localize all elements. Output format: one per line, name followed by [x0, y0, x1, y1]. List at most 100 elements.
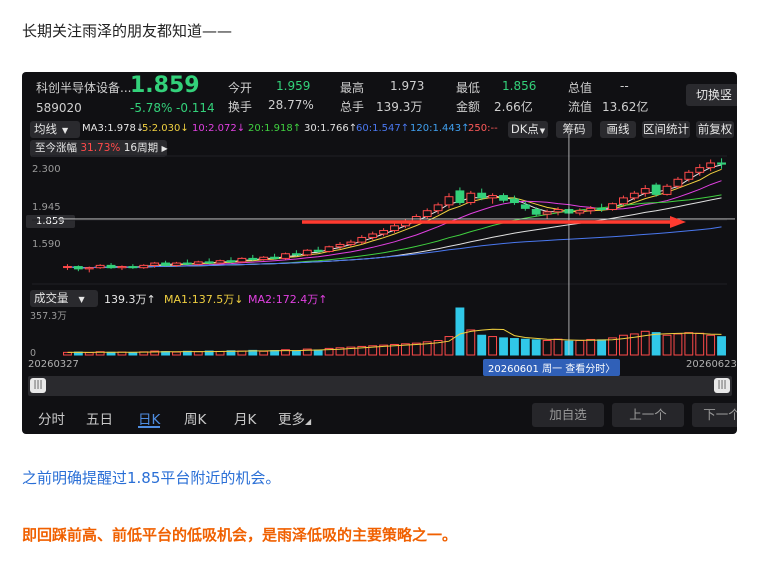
- volume-bar: [553, 338, 563, 356]
- candle-body: [477, 192, 487, 199]
- candle-body: [302, 249, 312, 256]
- candle-body: [95, 264, 105, 269]
- candle-body: [706, 162, 716, 169]
- candle-body: [248, 257, 258, 261]
- tab-underline: [138, 426, 160, 428]
- volume-bar: [128, 351, 138, 356]
- volume-bar: [542, 340, 552, 356]
- candle-body: [73, 266, 83, 270]
- candle-body: [128, 266, 138, 269]
- candle-body: [531, 209, 541, 215]
- candle-body: [542, 211, 552, 215]
- candle-body: [499, 195, 508, 201]
- start-date: 20260327: [28, 359, 79, 370]
- ma5-line: [67, 168, 722, 269]
- candle-body: [84, 267, 94, 270]
- volume-bar: [706, 334, 716, 356]
- candle-body: [237, 257, 247, 263]
- volume-bar: [172, 351, 181, 356]
- volume-bar: [531, 339, 541, 356]
- candle-body: [324, 246, 334, 252]
- candle-body: [259, 256, 269, 261]
- tab-minute[interactable]: 分时: [38, 408, 65, 428]
- volume-bar: [684, 332, 694, 356]
- volume-bar: [597, 339, 607, 356]
- candle-body: [161, 262, 170, 266]
- volume-bar: [466, 329, 476, 356]
- volume-bar: [455, 307, 465, 356]
- candle-body: [488, 195, 498, 199]
- cursor-date-tooltip[interactable]: 20260601 周一 查看分时〉: [483, 359, 621, 376]
- candle-body: [193, 261, 203, 265]
- end-date: 20260623: [686, 359, 737, 370]
- note-text: 之前明确提醒过1.85平台附近的机会。: [22, 469, 281, 487]
- tab-more[interactable]: 更多◢: [278, 408, 311, 428]
- candle-body: [717, 162, 726, 165]
- tab-day-k[interactable]: 日K: [138, 408, 160, 428]
- volume-bar: [575, 340, 585, 356]
- scroll-handle-left[interactable]: |||: [30, 378, 46, 393]
- tab-month-k[interactable]: 月K: [234, 408, 256, 428]
- candle-body: [204, 261, 214, 264]
- candle-body: [433, 204, 443, 212]
- candle-body: [270, 256, 280, 259]
- stock-chart-panel: 科创半导体设备... 1.859 589020 -5.78% -0.114 今开…: [22, 72, 737, 434]
- volume-bar: [488, 336, 498, 356]
- candle-body: [662, 185, 672, 195]
- volume-bar: [673, 333, 683, 356]
- candle-body: [619, 197, 628, 205]
- volume-bar: [509, 338, 519, 356]
- scroll-handle-right[interactable]: |||: [714, 378, 730, 393]
- candle-body: [455, 190, 465, 204]
- candle-body: [586, 207, 596, 212]
- volume-bar: [695, 332, 705, 356]
- next-button[interactable]: 下一个: [692, 403, 737, 427]
- candle-body: [509, 198, 519, 204]
- volume-bar: [313, 349, 323, 356]
- range-scrollbar[interactable]: [28, 376, 732, 396]
- candle-body: [117, 266, 127, 269]
- candle-body: [422, 210, 432, 218]
- volume-bar: [651, 332, 661, 356]
- candle-body: [172, 262, 181, 266]
- corner-arrow-icon: ◢: [305, 417, 312, 426]
- volume-bar: [193, 351, 203, 356]
- tab-more-label: 更多: [278, 412, 305, 428]
- candle-body: [651, 184, 661, 195]
- intro-text: 长期关注雨泽的朋友都知道——: [22, 22, 233, 40]
- candle-body: [357, 236, 367, 243]
- previous-button[interactable]: 上一个: [612, 403, 684, 427]
- candle-body: [313, 249, 323, 252]
- candle-body: [346, 241, 356, 245]
- candle-body: [291, 253, 301, 256]
- candle-body: [444, 196, 454, 206]
- candle-body: [629, 192, 639, 199]
- candle-body: [63, 266, 72, 269]
- candle-body: [673, 178, 683, 187]
- volume-bar: [84, 352, 94, 356]
- candle-body: [640, 188, 650, 194]
- candle-body: [684, 171, 694, 180]
- volume-bar: [499, 337, 508, 356]
- candle-body: [182, 262, 192, 265]
- candle-body: [106, 264, 116, 269]
- tab-5day[interactable]: 五日: [86, 408, 113, 428]
- tab-week-k[interactable]: 周K: [184, 408, 206, 428]
- candle-body: [575, 210, 585, 214]
- volume-bar: [662, 334, 672, 356]
- add-watchlist-button[interactable]: 加自选: [532, 403, 604, 427]
- volume-bar: [477, 334, 487, 356]
- annotation-arrow-head: [670, 215, 686, 228]
- candle-body: [139, 264, 149, 269]
- candle-body: [695, 167, 705, 173]
- candle-body: [597, 207, 607, 211]
- volume-bar: [520, 338, 530, 356]
- candle-body: [520, 204, 530, 209]
- strategy-text: 即回踩前高、前低平台的低吸机会，是雨泽低吸的主要策略之一。: [22, 526, 458, 544]
- candle-body: [281, 253, 290, 259]
- volume-bar: [586, 338, 596, 356]
- candle-body: [466, 192, 476, 204]
- volume-bar: [717, 336, 726, 356]
- candle-body: [379, 229, 389, 235]
- candle-body: [368, 233, 378, 238]
